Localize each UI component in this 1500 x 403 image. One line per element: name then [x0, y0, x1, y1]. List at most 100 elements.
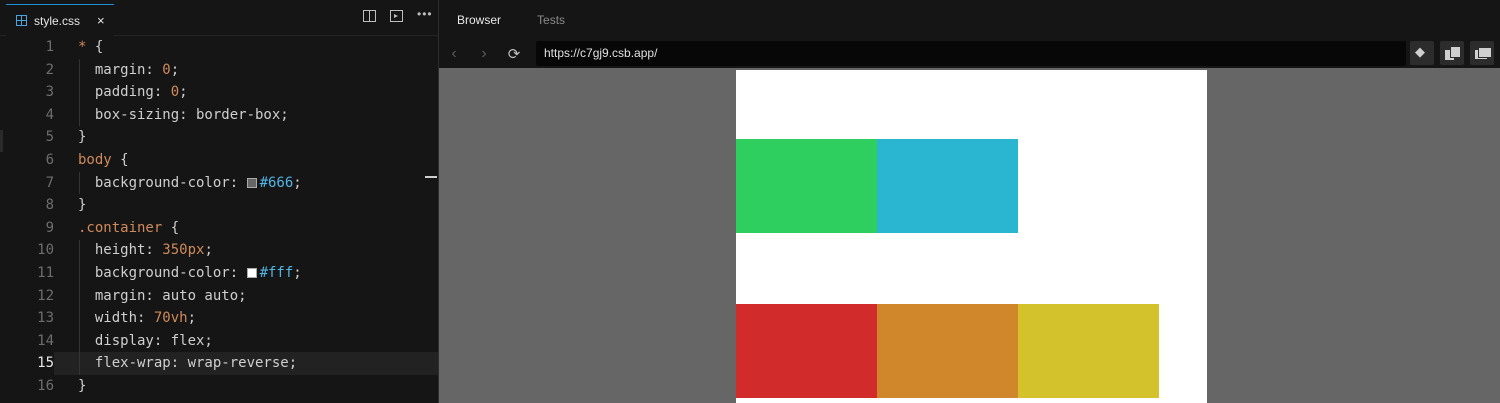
code-token: #666 [259, 174, 294, 191]
code-token: width: [78, 310, 154, 327]
line-number: 7 [45, 174, 54, 191]
code-token: .container [78, 219, 163, 236]
line-number: 3 [45, 84, 54, 101]
code-token: ; [187, 310, 197, 327]
tab-tests[interactable]: Tests [519, 0, 583, 40]
css-file-icon [16, 15, 27, 26]
code-token: } [78, 377, 87, 394]
tab-style-css[interactable]: style.css × [6, 4, 114, 36]
code-token: } [78, 197, 87, 214]
reload-icon[interactable]: ⟳ [499, 45, 529, 63]
code-token: ; [204, 242, 213, 259]
url-input[interactable]: https://c7gj9.csb.app/ [536, 41, 1406, 66]
back-icon[interactable]: ‹ [439, 45, 469, 63]
code-token: margin: [78, 61, 163, 78]
code-line[interactable]: 10 height: 350px; [0, 239, 438, 262]
code-line[interactable]: 2 margin: 0; [0, 59, 438, 82]
code-line[interactable]: 4 box-sizing: border-box; [0, 104, 438, 127]
code-token: #fff [259, 264, 294, 281]
browser-tab-bar: Browser Tests [439, 0, 1500, 40]
line-content: width: 70vh; [54, 307, 438, 330]
line-number: 8 [45, 197, 54, 214]
browser-actions [1410, 41, 1494, 65]
more-options-icon[interactable]: ••• [417, 8, 432, 22]
split-editor-icon[interactable] [363, 10, 376, 22]
code-token: ; [293, 174, 302, 191]
code-editor-pane: style.css × ••• 1 * {2 margin: 0; 3 paddin… [0, 0, 438, 403]
indent-guide [79, 59, 80, 126]
line-content: box-sizing: border-box; [54, 104, 438, 127]
line-content: margin: 0; [54, 59, 438, 82]
close-tab-icon[interactable]: × [97, 13, 105, 28]
code-line[interactable]: 11 background-color: #fff; [0, 262, 438, 285]
line-content: margin: auto auto; [54, 285, 438, 308]
code-token: ; [170, 61, 180, 78]
code-token: display: flex; [78, 332, 213, 349]
line-number: 12 [37, 287, 54, 304]
line-content: .container { [54, 217, 438, 240]
line-number: 6 [45, 151, 54, 168]
line-content: padding: 0; [54, 81, 438, 104]
open-preview-icon[interactable] [390, 10, 403, 22]
code-token: { [86, 39, 104, 55]
browser-pane: Browser Tests ‹ › ⟳ https://c7gj9.csb.ap… [439, 0, 1500, 403]
code-line[interactable]: 5} [0, 126, 438, 149]
code-token: ; [179, 84, 188, 101]
code-line[interactable]: 12 margin: auto auto; [0, 285, 438, 308]
code-token: margin: auto auto; [78, 287, 247, 304]
code-token: ; [293, 264, 302, 281]
forward-icon[interactable]: › [469, 45, 499, 63]
gutter-marker [0, 130, 3, 152]
code-line[interactable]: 8} [0, 194, 438, 217]
code-line[interactable]: 6 body { [0, 149, 438, 172]
code-line[interactable]: 16} [0, 375, 438, 398]
code-area[interactable]: 1 * {2 margin: 0; 3 padding: 0; 4 box-sizin… [0, 36, 438, 398]
line-content: flex-wrap: wrap-reverse; [54, 352, 438, 375]
code-token: background-color: [78, 264, 247, 281]
line-number: 9 [45, 219, 54, 236]
line-content: display: flex; [54, 330, 438, 353]
line-number: 14 [37, 332, 54, 349]
code-line[interactable]: 15 flex-wrap: wrap-reverse; [0, 352, 438, 375]
flex-item-box [877, 304, 1018, 398]
code-line[interactable]: 3 padding: 0; [0, 81, 438, 104]
code-token: flex-wrap: wrap-reverse; [78, 355, 298, 372]
browser-navigation-bar: ‹ › ⟳ https://c7gj9.csb.app/ [439, 40, 1500, 68]
line-content: height: 350px; [54, 239, 438, 262]
devtools-icon[interactable] [1410, 41, 1434, 65]
line-number: 5 [45, 129, 54, 146]
code-token: 0 [162, 61, 171, 78]
code-token: background-color: [78, 174, 247, 191]
tab-browser[interactable]: Browser [439, 0, 519, 40]
indent-guide [79, 240, 80, 375]
line-content: } [54, 375, 438, 398]
line-number: 2 [45, 61, 54, 78]
line-content: background-color: #666; [54, 172, 438, 195]
code-token: { [111, 151, 129, 168]
line-content: background-color: #fff; [54, 262, 438, 285]
code-token: 0 [170, 84, 180, 101]
open-window-icon[interactable] [1470, 41, 1494, 65]
copy-icon[interactable] [1440, 41, 1464, 65]
code-line[interactable]: 14 display: flex; [0, 330, 438, 353]
code-token: padding: [78, 84, 171, 101]
code-token: 350px [162, 242, 205, 259]
color-swatch [246, 267, 257, 278]
code-line[interactable]: 7 background-color: #666; [0, 172, 438, 195]
line-number: 13 [37, 310, 54, 327]
code-token: height: [78, 242, 163, 259]
line-number: 16 [37, 377, 54, 394]
code-token: } [78, 129, 87, 146]
line-content: } [54, 126, 438, 149]
editor-actions: ••• [363, 8, 432, 22]
code-line[interactable]: 1 * { [0, 36, 438, 59]
line-number: 15 [37, 355, 54, 372]
line-number: 11 [37, 264, 54, 281]
line-number: 4 [45, 106, 54, 123]
indent-guide [79, 172, 80, 194]
scrollbar-marker [425, 176, 437, 178]
line-number: 10 [37, 242, 54, 259]
code-line[interactable]: 9 .container { [0, 217, 438, 240]
code-line[interactable]: 13 width: 70vh; [0, 307, 438, 330]
browser-viewport [439, 68, 1500, 403]
